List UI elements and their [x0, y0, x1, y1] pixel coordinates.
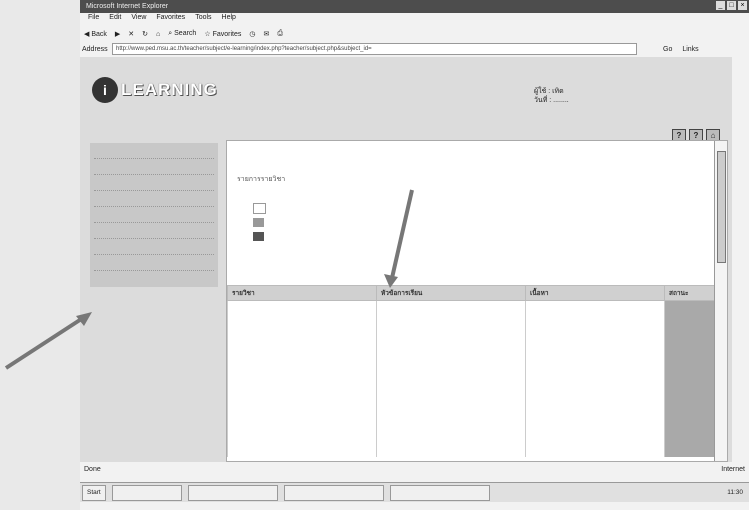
legend-row: [253, 229, 271, 243]
legend-row: [253, 215, 271, 229]
history-button[interactable]: ◷: [249, 30, 255, 38]
arrow-left: [4, 314, 88, 370]
menu-favorites[interactable]: Favorites: [156, 14, 185, 25]
address-label: Address: [82, 45, 108, 53]
address-bar: Address http://www.ped.msu.ac.th/teacher…: [80, 43, 749, 55]
legend-swatch: [253, 217, 264, 227]
favorites-button[interactable]: ☆ Favorites: [204, 30, 241, 38]
minimize-button[interactable]: _: [716, 1, 725, 10]
user-date: วันที่ : ........: [534, 97, 569, 104]
close-button[interactable]: ×: [738, 1, 747, 10]
logo-text: LEARNING: [121, 80, 218, 99]
web-page: i LEARNING ผู้ใช้ : เทิด วันที่ : ......…: [80, 57, 732, 462]
scrollbar-thumb[interactable]: [717, 151, 726, 263]
legend-row: [253, 201, 271, 215]
menu-help[interactable]: Help: [222, 14, 236, 25]
links-button[interactable]: Links: [682, 46, 698, 53]
maximize-button[interactable]: □: [727, 1, 736, 10]
favorites-label: Favorites: [212, 31, 242, 38]
cell-status: [664, 300, 715, 457]
status-text: Done: [84, 466, 101, 473]
taskbar: Start 11:30: [80, 482, 749, 502]
taskbar-item[interactable]: [283, 484, 384, 501]
sidebar-item[interactable]: [94, 257, 214, 271]
col-topic: หัวข้อการเรียน: [376, 285, 526, 301]
table-header-row: รายวิชา หัวข้อการเรียน เนื้อหา สถานะ: [227, 285, 715, 301]
legend: [253, 201, 271, 243]
sidebar-item[interactable]: [94, 177, 214, 191]
taskbar-item[interactable]: [111, 484, 182, 501]
address-input[interactable]: http://www.ped.msu.ac.th/teacher/subject…: [112, 43, 637, 55]
user-info: ผู้ใช้ : เทิด วันที่ : ........: [534, 87, 569, 105]
back-button[interactable]: ◀ Back: [84, 30, 107, 38]
sidebar-menu: [90, 143, 218, 287]
cell-subject: [227, 300, 377, 457]
menu-bar: File Edit View Favorites Tools Help: [80, 14, 236, 25]
title-bar: Microsoft Internet Explorer _ □ ×: [80, 0, 749, 13]
browser-window: Microsoft Internet Explorer _ □ × File E…: [80, 0, 749, 510]
stop-button[interactable]: ✕: [128, 30, 134, 38]
cell-content: [525, 300, 665, 457]
search-button[interactable]: ⌕ Search: [168, 30, 196, 38]
user-name: ผู้ใช้ : เทิด: [534, 88, 564, 95]
status-bar: Done Internet: [80, 466, 749, 476]
menu-file[interactable]: File: [88, 14, 99, 25]
forward-button[interactable]: ▶: [115, 30, 120, 38]
start-button[interactable]: Start: [82, 484, 106, 501]
sidebar-item[interactable]: [94, 209, 214, 223]
print-button[interactable]: ⎙: [277, 30, 283, 38]
search-label: Search: [174, 30, 197, 37]
zone-text: Internet: [721, 466, 745, 473]
menu-edit[interactable]: Edit: [109, 14, 121, 25]
clock: 11:30: [727, 489, 743, 496]
content-scrollbar[interactable]: [714, 141, 727, 461]
mail-button[interactable]: ✉: [263, 30, 269, 38]
site-logo: i LEARNING: [92, 77, 218, 103]
col-content: เนื้อหา: [525, 285, 665, 301]
menu-tools[interactable]: Tools: [195, 14, 211, 25]
window-controls: _ □ ×: [716, 1, 747, 10]
cell-topic: [376, 300, 526, 457]
subject-table: รายวิชา หัวข้อการเรียน เนื้อหา สถานะ: [227, 285, 715, 457]
logo-icon: i: [92, 77, 118, 103]
table-row: [227, 300, 715, 457]
taskbar-item[interactable]: [389, 484, 490, 501]
back-label: Back: [91, 31, 107, 38]
toolbar: ◀ Back ▶ ✕ ↻ ⌂ ⌕ Search ☆ Favorites ◷ ✉ …: [80, 27, 283, 41]
go-button[interactable]: Go: [663, 46, 672, 53]
sidebar-item[interactable]: [94, 241, 214, 255]
taskbar-item[interactable]: [187, 484, 278, 501]
sidebar-item[interactable]: [94, 161, 214, 175]
refresh-button[interactable]: ↻: [142, 30, 148, 38]
home-button[interactable]: ⌂: [156, 31, 160, 38]
sidebar-item[interactable]: [94, 225, 214, 239]
sidebar-item[interactable]: [94, 145, 214, 159]
menu-view[interactable]: View: [131, 14, 146, 25]
main-content: รายการรายวิชา รายวิชา หัวข้อการเรียน เนื…: [226, 140, 728, 462]
legend-swatch: [253, 202, 266, 214]
window-title: Microsoft Internet Explorer: [86, 3, 169, 10]
content-subtitle: รายการรายวิชา: [237, 176, 286, 183]
legend-swatch: [253, 231, 264, 241]
col-status: สถานะ: [664, 285, 715, 301]
sidebar-item[interactable]: [94, 193, 214, 207]
col-subject: รายวิชา: [227, 285, 377, 301]
